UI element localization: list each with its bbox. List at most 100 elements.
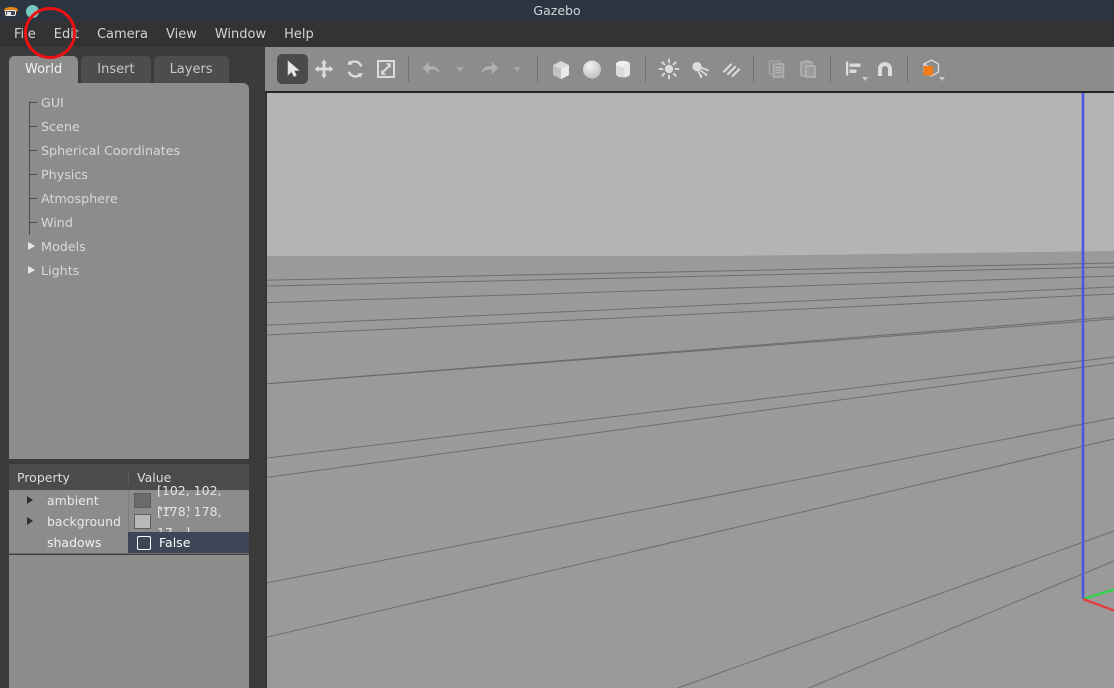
menu-help[interactable]: Help bbox=[275, 22, 323, 47]
viewport-top-border bbox=[265, 91, 1114, 93]
insert-spot-light-button[interactable] bbox=[684, 54, 715, 84]
property-name: shadows bbox=[47, 535, 102, 550]
chevron-right-icon[interactable] bbox=[27, 496, 33, 504]
paste-button[interactable] bbox=[792, 54, 823, 84]
snap-button[interactable] bbox=[869, 54, 900, 84]
box-icon bbox=[552, 61, 569, 79]
directional-light-icon bbox=[722, 63, 740, 78]
sky bbox=[265, 91, 1114, 262]
tree-item-gui[interactable]: GUI bbox=[9, 90, 249, 114]
undo-button[interactable] bbox=[416, 54, 447, 84]
main-toolbar bbox=[265, 47, 1114, 91]
panel-tabs: World Insert Layers bbox=[9, 56, 229, 83]
tree-item-label: Spherical Coordinates bbox=[41, 142, 181, 158]
panel-empty-area bbox=[9, 555, 249, 688]
property-value-cell[interactable]: [178, 178, 17…] bbox=[128, 504, 249, 540]
table-row[interactable]: background [178, 178, 17…] bbox=[9, 504, 249, 540]
menu-window[interactable]: Window bbox=[206, 22, 275, 47]
ground-plane bbox=[265, 256, 1114, 688]
menu-bar: File Edit Camera View Window Help bbox=[0, 22, 1114, 47]
table-row[interactable]: shadows False bbox=[9, 532, 249, 553]
insert-directional-light-button[interactable] bbox=[715, 54, 746, 84]
magnet-icon bbox=[877, 62, 892, 76]
scale-arrows-icon bbox=[376, 60, 395, 78]
world-tree-panel: GUI Scene Spherical Coordinates Physics … bbox=[9, 83, 249, 459]
shadows-checkbox[interactable] bbox=[137, 535, 151, 550]
window-titlebar: Gazebo bbox=[0, 0, 1114, 22]
property-name-cell[interactable]: background bbox=[9, 511, 128, 532]
cylinder-icon bbox=[615, 60, 630, 78]
point-light-icon bbox=[658, 58, 679, 80]
world-tree: GUI Scene Spherical Coordinates Physics … bbox=[9, 90, 249, 282]
tree-item-scene[interactable]: Scene bbox=[9, 114, 249, 138]
redo-button[interactable] bbox=[473, 54, 504, 84]
redo-arrow-icon bbox=[480, 62, 498, 74]
property-name: ambient bbox=[47, 493, 99, 508]
gazebo-window: Gazebo File Edit Camera View Window Help… bbox=[0, 0, 1114, 688]
scale-mode-button[interactable] bbox=[370, 54, 401, 84]
tree-item-physics[interactable]: Physics bbox=[9, 162, 249, 186]
rotate-arrows-icon bbox=[346, 60, 363, 78]
tree-item-wind[interactable]: Wind bbox=[9, 210, 249, 234]
tab-world[interactable]: World bbox=[9, 56, 79, 83]
undo-arrow-icon bbox=[422, 62, 440, 74]
tree-item-label: Models bbox=[41, 238, 86, 254]
chevron-right-icon[interactable] bbox=[27, 517, 33, 525]
tree-item-label: Lights bbox=[41, 262, 80, 278]
menu-file[interactable]: File bbox=[5, 22, 45, 47]
toolbar-group-manipulation bbox=[277, 54, 401, 84]
scene-render bbox=[265, 91, 1114, 688]
copy-button[interactable] bbox=[761, 54, 792, 84]
tree-item-label: GUI bbox=[41, 94, 64, 110]
chevron-right-icon[interactable] bbox=[28, 266, 35, 274]
insert-box-button[interactable] bbox=[545, 54, 576, 84]
chevron-down-icon bbox=[513, 66, 521, 72]
toolbar-group-view-angle bbox=[915, 54, 946, 84]
menu-camera[interactable]: Camera bbox=[88, 22, 157, 47]
tree-item-lights[interactable]: Lights bbox=[9, 258, 249, 282]
spot-light-icon bbox=[691, 61, 709, 79]
tree-item-models[interactable]: Models bbox=[9, 234, 249, 258]
toolbar-group-history bbox=[416, 54, 530, 84]
insert-cylinder-button[interactable] bbox=[607, 54, 638, 84]
property-name-cell[interactable]: shadows bbox=[9, 532, 128, 553]
column-header-property: Property bbox=[17, 469, 70, 485]
toolbar-group-align-snap bbox=[838, 54, 900, 84]
undo-dropdown[interactable] bbox=[447, 54, 473, 84]
property-name: background bbox=[47, 514, 121, 529]
tab-insert[interactable]: Insert bbox=[81, 56, 151, 83]
select-mode-button[interactable] bbox=[277, 54, 308, 84]
tree-item-label: Wind bbox=[41, 214, 73, 230]
align-button[interactable] bbox=[838, 54, 869, 84]
color-swatch bbox=[134, 514, 151, 529]
3d-scene-viewport[interactable] bbox=[265, 91, 1114, 688]
redo-dropdown[interactable] bbox=[504, 54, 530, 84]
menu-edit[interactable]: Edit bbox=[45, 22, 88, 47]
tree-item-label: Scene bbox=[41, 118, 80, 134]
menu-view[interactable]: View bbox=[157, 22, 206, 47]
chevron-right-icon[interactable] bbox=[28, 242, 35, 250]
property-value: False bbox=[159, 535, 191, 550]
rotate-mode-button[interactable] bbox=[339, 54, 370, 84]
property-name-cell[interactable]: ambient bbox=[9, 490, 128, 511]
insert-point-light-button[interactable] bbox=[653, 54, 684, 84]
tab-layers[interactable]: Layers bbox=[153, 56, 229, 83]
paste-icon bbox=[799, 60, 816, 78]
chevron-down-icon bbox=[456, 66, 464, 72]
copy-icon bbox=[768, 60, 784, 78]
tree-item-label: Physics bbox=[41, 166, 88, 182]
chevron-down-icon[interactable] bbox=[862, 77, 868, 81]
window-title: Gazebo bbox=[533, 3, 581, 18]
property-value-cell[interactable]: False bbox=[128, 532, 249, 553]
insert-sphere-button[interactable] bbox=[576, 54, 607, 84]
toolbar-group-primitives bbox=[545, 54, 638, 84]
tree-item-atmosphere[interactable]: Atmosphere bbox=[9, 186, 249, 210]
property-table: Property Value ambient [102, 102, 10…] b… bbox=[9, 464, 249, 554]
chevron-down-icon[interactable] bbox=[939, 77, 945, 81]
view-angle-button[interactable] bbox=[915, 54, 946, 84]
sphere-icon bbox=[582, 60, 601, 79]
cursor-arrow-icon bbox=[287, 60, 300, 78]
translate-mode-button[interactable] bbox=[308, 54, 339, 84]
toolbar-group-lights bbox=[653, 54, 746, 84]
tree-item-spherical-coordinates[interactable]: Spherical Coordinates bbox=[9, 138, 249, 162]
